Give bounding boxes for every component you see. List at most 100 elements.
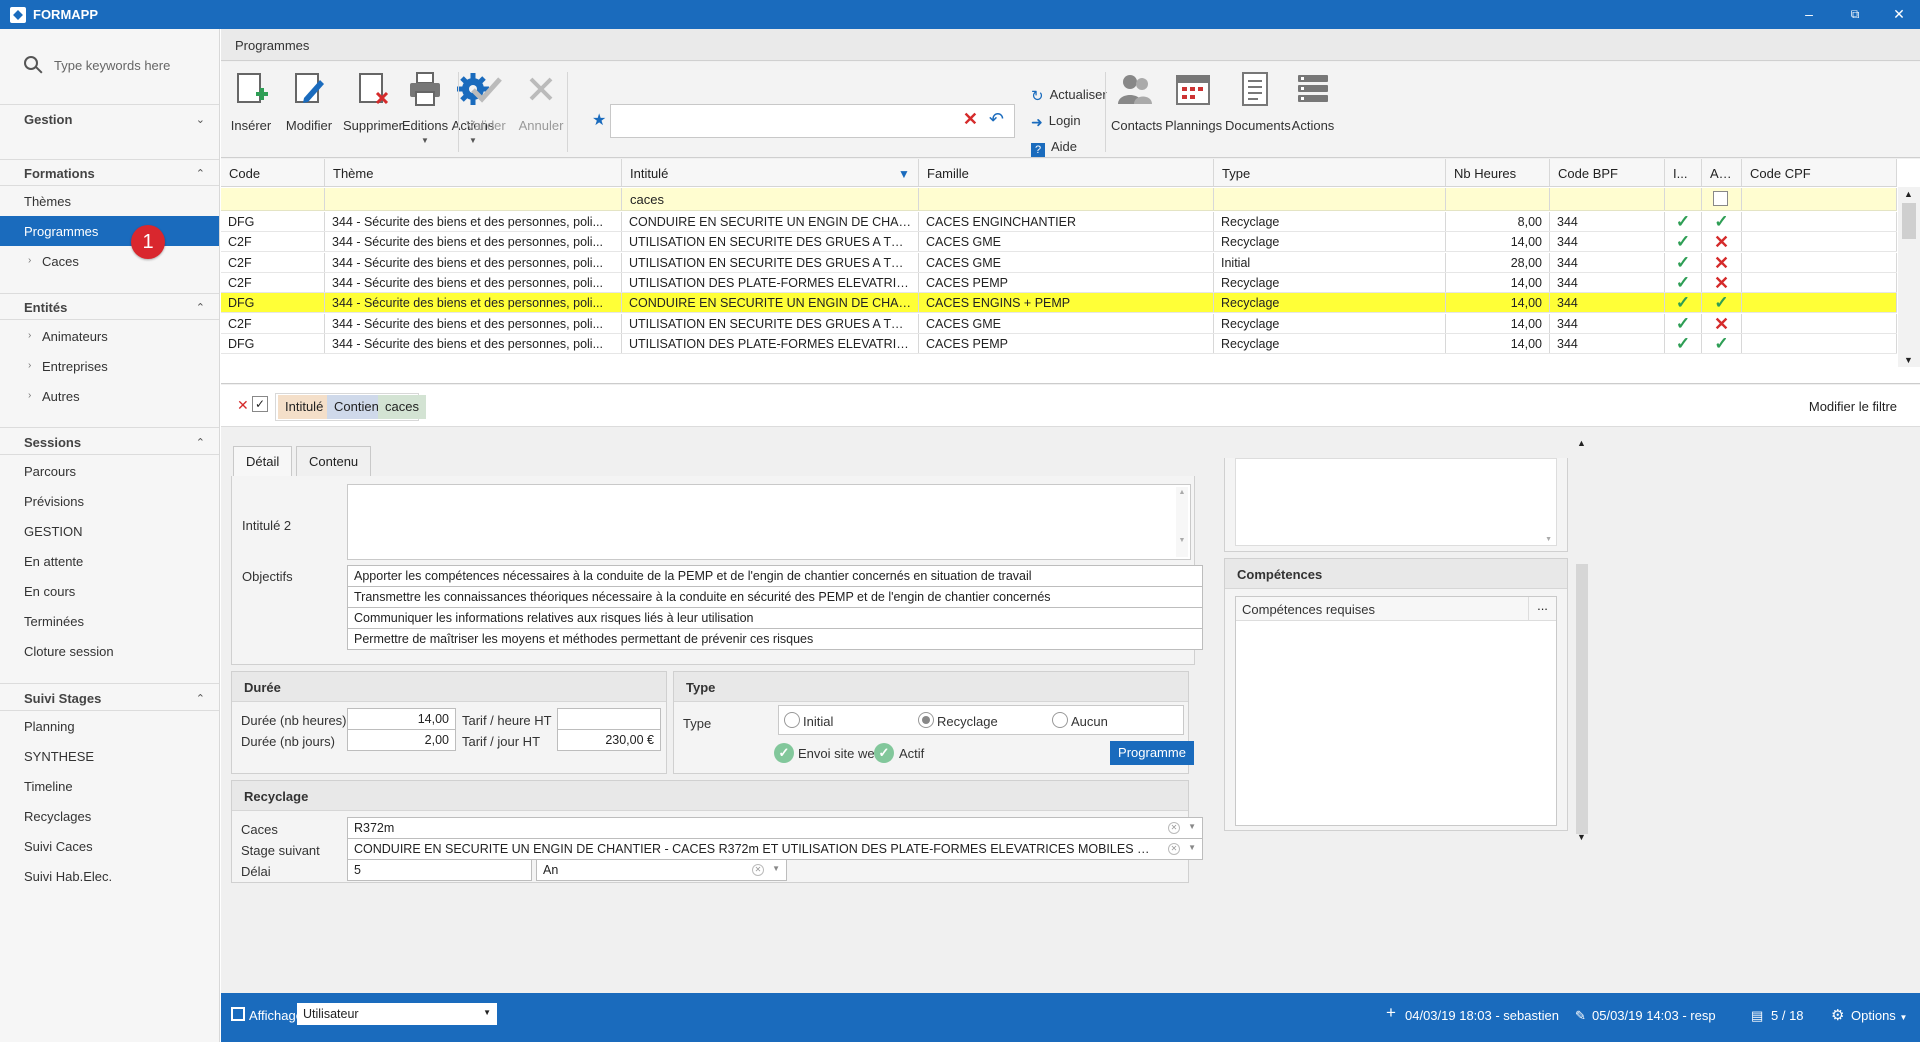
filter-cell-intitule[interactable]: caces [622, 188, 919, 210]
inserer-button[interactable]: Insérer [225, 66, 277, 154]
column-header[interactable]: Code [221, 159, 325, 186]
sidebar-item-parcours[interactable]: Parcours [0, 456, 219, 486]
section-sessions[interactable]: Sessions ⌃ [0, 428, 219, 456]
scroll-down-icon[interactable]: ▼ [1577, 832, 1586, 842]
clear-icon[interactable]: ✕ [752, 864, 764, 876]
editions-button[interactable]: Editions ▼ [397, 66, 453, 154]
scroll-down-icon[interactable]: ▼ [1904, 355, 1913, 365]
quick-search-input[interactable]: ✕ ↶ [610, 104, 1015, 138]
table-row[interactable]: C2F 344 - Sécurite des biens et des perso… [221, 232, 1897, 253]
table-row[interactable]: DFG 344 - Sécurite des biens et des perso… [221, 333, 1897, 354]
login-button[interactable]: ➜ Login [1031, 113, 1081, 133]
sidebar-item-caces[interactable]: › Caces [0, 246, 219, 276]
sidebar-item-animateurs[interactable]: › Animateurs [0, 321, 219, 351]
duree-jours-field[interactable]: 2,00 [347, 729, 456, 751]
contacts-button[interactable]: Contacts [1111, 66, 1162, 154]
filter-enabled-checkbox[interactable]: ✓ [252, 396, 268, 412]
sidebar-item-en-cours[interactable]: En cours [0, 576, 219, 606]
column-header[interactable]: Code CPF [1742, 159, 1897, 186]
modifier-button[interactable]: Modifier [283, 66, 335, 154]
column-header[interactable]: Code BPF [1550, 159, 1665, 186]
affichage-select[interactable]: Utilisateur ▼ [297, 1003, 497, 1025]
section-formations[interactable]: Formations ⌃ [0, 159, 219, 187]
tab-programmes[interactable]: Programmes [235, 38, 309, 53]
clear-search-icon[interactable]: ✕ [963, 109, 978, 130]
sidebar-item-cloture-session[interactable]: Cloture session [0, 636, 219, 666]
sidebar-item-terminees[interactable]: Terminées [0, 606, 219, 636]
envoi-check-icon[interactable]: ✓ [774, 743, 794, 763]
table-row[interactable]: C2F 344 - Sécurite des biens et des perso… [221, 252, 1897, 273]
supprimer-button[interactable]: Supprimer [341, 66, 405, 154]
column-header[interactable]: I... [1665, 159, 1702, 186]
table-row[interactable]: C2F 344 - Sécurite des biens et des perso… [221, 272, 1897, 293]
column-header[interactable]: Nb Heures [1446, 159, 1550, 186]
remove-filter-icon[interactable]: ✕ [237, 397, 249, 414]
objectif-field[interactable]: Communiquer les informations relatives a… [347, 607, 1203, 629]
filter-icon[interactable]: ▼ [898, 167, 910, 181]
section-gestion[interactable]: Gestion ⌄ [0, 105, 219, 133]
delai-unit-select[interactable]: An ✕ ▼ [536, 859, 787, 881]
chevron-down-icon[interactable]: ▼ [772, 864, 780, 873]
table-row[interactable]: C2F 344 - Sécurite des biens et des perso… [221, 313, 1897, 334]
competences-requises-list[interactable]: Compétences requises ... [1235, 596, 1557, 826]
documents-button[interactable]: Documents [1225, 66, 1291, 154]
radio-aucun[interactable] [1052, 712, 1068, 728]
column-header[interactable]: Thème [325, 159, 622, 186]
annuler-button[interactable]: Annuler [515, 66, 567, 154]
sidebar-item-entreprises[interactable]: › Entreprises [0, 351, 219, 381]
tab-contenu[interactable]: Contenu [296, 446, 372, 476]
sidebar-item-synthese[interactable]: SYNTHESE [0, 741, 219, 771]
tarif-jour-field[interactable]: 230,00 € [557, 729, 661, 751]
more-button[interactable]: ... [1528, 597, 1556, 620]
valider-button[interactable]: Valider [463, 66, 509, 154]
delai-field[interactable]: 5 [347, 859, 532, 881]
column-header[interactable]: Actif [1702, 159, 1742, 186]
radio-recyclage[interactable] [918, 712, 934, 728]
minimize-button[interactable]: – [1794, 5, 1824, 25]
sidebar-item-suivi-caces[interactable]: Suivi Caces [0, 831, 219, 861]
column-header[interactable]: Famille [919, 159, 1214, 186]
aide-button[interactable]: ? Aide [1031, 139, 1077, 159]
sidebar-item-autres[interactable]: › Autres [0, 381, 219, 411]
section-entites[interactable]: Entités ⌃ [0, 293, 219, 321]
sidebar-item-programmes[interactable]: Programmes [0, 216, 219, 246]
radio-initial[interactable] [784, 712, 800, 728]
options-button[interactable]: Options ▼ [1851, 1008, 1907, 1023]
chevron-down-icon[interactable]: ▼ [1188, 843, 1196, 852]
objectif-field[interactable]: Permettre de maîtriser les moyens et mét… [347, 628, 1203, 650]
sidebar-item-themes[interactable]: Thèmes [0, 186, 219, 216]
sidebar-item-suivi-hab-elec[interactable]: Suivi Hab.Elec. [0, 861, 219, 891]
table-row[interactable]: DFG 344 - Sécurite des biens et des perso… [221, 293, 1897, 314]
close-button[interactable]: ✕ [1884, 5, 1914, 25]
tarif-heure-field[interactable] [557, 708, 661, 730]
plannings-button[interactable]: Plannings [1165, 66, 1222, 154]
notes-textarea[interactable]: ▼ [1235, 458, 1557, 546]
detail-scrollbar[interactable]: ▲ ▼ [1574, 438, 1590, 846]
column-header[interactable]: Type [1214, 159, 1446, 186]
sidebar-search[interactable]: Type keywords here [24, 56, 204, 76]
actif-filter-checkbox[interactable] [1713, 191, 1728, 206]
restore-button[interactable]: ⧉ [1840, 5, 1870, 25]
chevron-down-icon[interactable]: ▼ [1188, 822, 1196, 831]
clear-icon[interactable]: ✕ [1168, 843, 1180, 855]
sidebar-item-previsions[interactable]: Prévisions [0, 486, 219, 516]
objectif-field[interactable]: Transmettre les connaissances théoriques… [347, 586, 1203, 608]
sidebar-item-timeline[interactable]: Timeline [0, 771, 219, 801]
stage-suivant-field[interactable]: CONDUIRE EN SECURITE UN ENGIN DE CHANTIE… [347, 838, 1203, 860]
actions-right-button[interactable]: Actions [1289, 66, 1337, 154]
grid-filter-row[interactable]: caces [221, 188, 1897, 211]
caces-field[interactable]: R372m ✕ ▼ [347, 817, 1203, 839]
tab-detail[interactable]: Détail [233, 446, 293, 476]
section-suivi-stages[interactable]: Suivi Stages ⌃ [0, 684, 219, 712]
grid-scrollbar[interactable]: ▲ ▼ [1898, 187, 1920, 367]
filter-chip-value[interactable]: caces [378, 395, 426, 419]
scroll-up-icon[interactable]: ▲ [1904, 189, 1913, 199]
clear-icon[interactable]: ✕ [1168, 822, 1180, 834]
actif-check-icon[interactable]: ✓ [874, 743, 894, 763]
favorite-star-icon[interactable]: ★ [592, 110, 606, 130]
intitule2-textarea[interactable]: ▲ ▼ [347, 484, 1191, 560]
modifier-filtre-link[interactable]: Modifier le filtre [1809, 399, 1897, 414]
sidebar-item-planning[interactable]: Planning [0, 711, 219, 741]
undo-icon[interactable]: ↶ [989, 109, 1004, 130]
sidebar-item-gestion[interactable]: GESTION [0, 516, 219, 546]
